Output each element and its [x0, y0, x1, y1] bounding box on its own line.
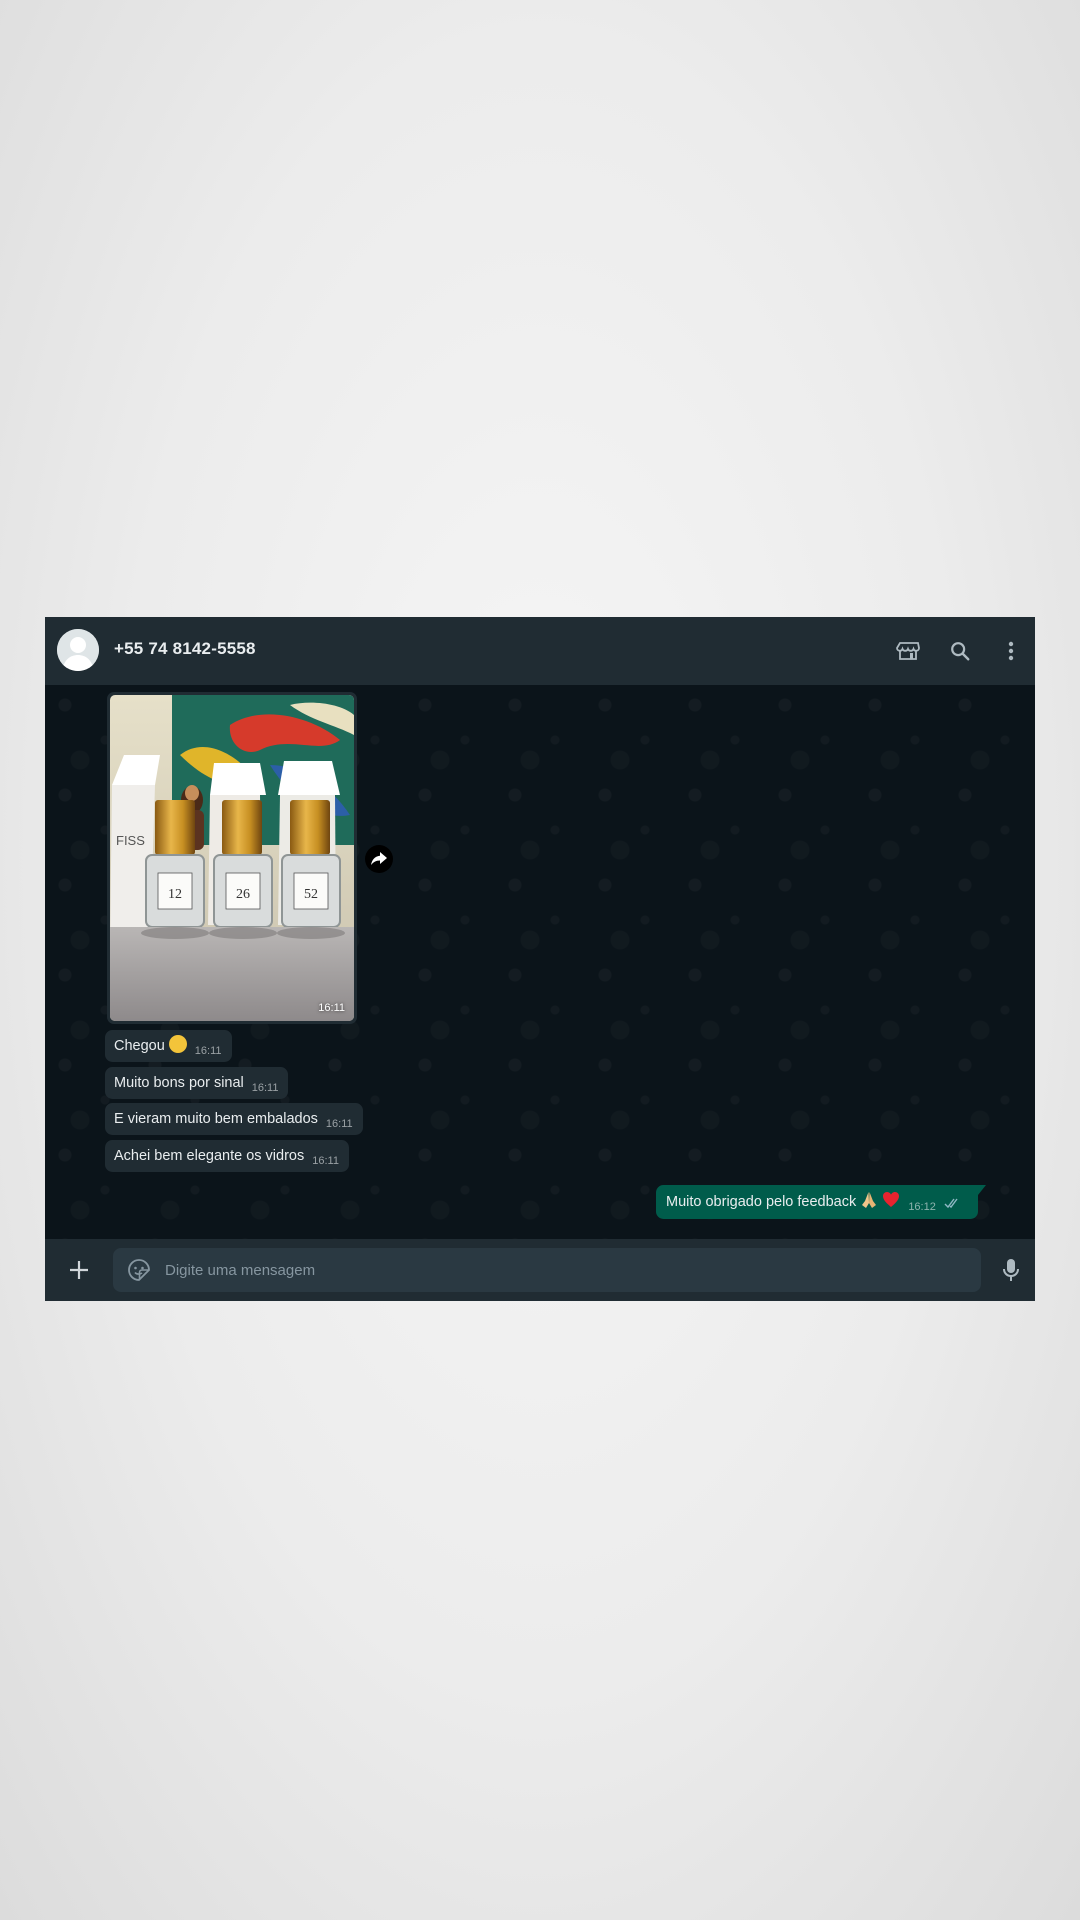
message-input-box[interactable]	[113, 1248, 981, 1292]
message-input[interactable]	[165, 1248, 965, 1292]
message-area[interactable]: FISS 12 26 52 16:11 Chegou 16:11 Muito b…	[45, 685, 1035, 1239]
bottle-label-26: 26	[236, 887, 250, 902]
message-time: 16:12	[908, 1201, 936, 1213]
message-time: 16:11	[312, 1155, 339, 1167]
search-icon[interactable]	[946, 637, 974, 665]
message-time: 16:11	[194, 1045, 222, 1057]
cowboy-emoji-icon	[168, 1035, 187, 1054]
incoming-message[interactable]: Chegou 16:11	[105, 1030, 232, 1062]
double-check-read-icon	[944, 1198, 958, 1209]
incoming-message[interactable]: Achei bem elegante os vidros 16:11	[105, 1140, 349, 1172]
incoming-message[interactable]: E vieram muito bem embalados 16:11	[105, 1103, 363, 1135]
message-time: 16:11	[325, 1118, 353, 1130]
avatar-placeholder-icon	[57, 629, 99, 671]
incoming-message[interactable]: Muito bons por sinal 16:11	[105, 1067, 289, 1099]
red-heart-icon	[883, 1192, 900, 1208]
image-timestamp: 16:11	[318, 1002, 345, 1014]
menu-dots-icon[interactable]	[997, 637, 1025, 665]
chat-window: +55 74 8142-5558 FISS 12 26 52 16:11 Che…	[45, 617, 1035, 1301]
bottle-label-52: 52	[304, 887, 318, 902]
perfume-bottles-photo[interactable]: FISS 12 26 52	[110, 695, 354, 1021]
bottle-label-12: 12	[168, 887, 182, 902]
forward-icon	[371, 852, 387, 865]
image-message[interactable]: FISS 12 26 52 16:11	[107, 692, 357, 1024]
message-text: Chegou	[114, 1038, 165, 1054]
message-text: E vieram muito bem embalados	[114, 1111, 318, 1127]
message-text: Muito obrigado pelo feedback	[666, 1194, 857, 1210]
contact-name[interactable]: +55 74 8142-5558	[114, 639, 256, 659]
outgoing-message[interactable]: Muito obrigado pelo feedback 16:12	[656, 1185, 986, 1219]
message-time: 16:11	[251, 1082, 279, 1094]
avatar[interactable]	[57, 629, 99, 671]
message-text: Muito bons por sinal	[114, 1075, 244, 1091]
store-icon[interactable]	[894, 637, 922, 665]
mic-icon[interactable]	[997, 1256, 1025, 1284]
plus-icon[interactable]	[65, 1256, 93, 1284]
folded-hands-icon	[862, 1192, 877, 1209]
sticker-icon[interactable]	[127, 1258, 151, 1282]
chat-header: +55 74 8142-5558	[45, 617, 1035, 685]
message-text: Achei bem elegante os vidros	[114, 1148, 305, 1164]
forward-button[interactable]	[365, 845, 393, 873]
composer-bar	[45, 1239, 1035, 1301]
box-label-fiss: FISS	[116, 833, 145, 848]
